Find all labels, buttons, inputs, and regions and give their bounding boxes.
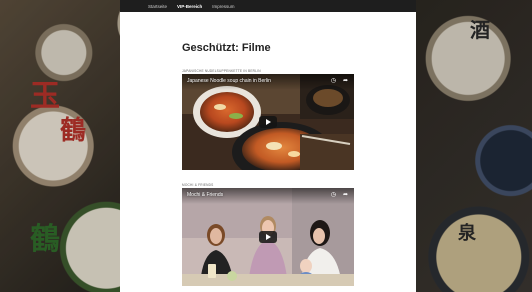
- content-page: Geschützt: Filme JAPANISCHE NUDELSUPPENK…: [120, 12, 416, 292]
- play-icon[interactable]: [259, 116, 277, 128]
- play-icon[interactable]: [259, 231, 277, 243]
- video-caption: JAPANISCHE NUDELSUPPENKETTE IN BERLIN: [182, 69, 261, 73]
- video-caption: MOCHI & FRIENDS: [182, 183, 214, 187]
- video-title: Japanese Noodle soup chain in Berlin: [187, 78, 271, 84]
- top-navigation: Startseite VIP-Bereich Impressum: [120, 0, 416, 12]
- nav-item-vip-bereich[interactable]: VIP-Bereich: [177, 4, 202, 9]
- video-player[interactable]: Mochi & Friends ◷ ➦: [182, 188, 354, 286]
- share-icon[interactable]: ➦: [342, 78, 349, 85]
- share-icon[interactable]: ➦: [342, 192, 349, 199]
- clock-icon[interactable]: ◷: [330, 192, 337, 199]
- page-title: Geschützt: Filme: [182, 42, 271, 54]
- video-player[interactable]: Japanese Noodle soup chain in Berlin ◷ ➦: [182, 74, 354, 170]
- nav-item-startseite[interactable]: Startseite: [148, 4, 167, 9]
- video-title: Mochi & Friends: [187, 192, 224, 198]
- nav-item-impressum[interactable]: Impressum: [212, 4, 234, 9]
- clock-icon[interactable]: ◷: [330, 78, 337, 85]
